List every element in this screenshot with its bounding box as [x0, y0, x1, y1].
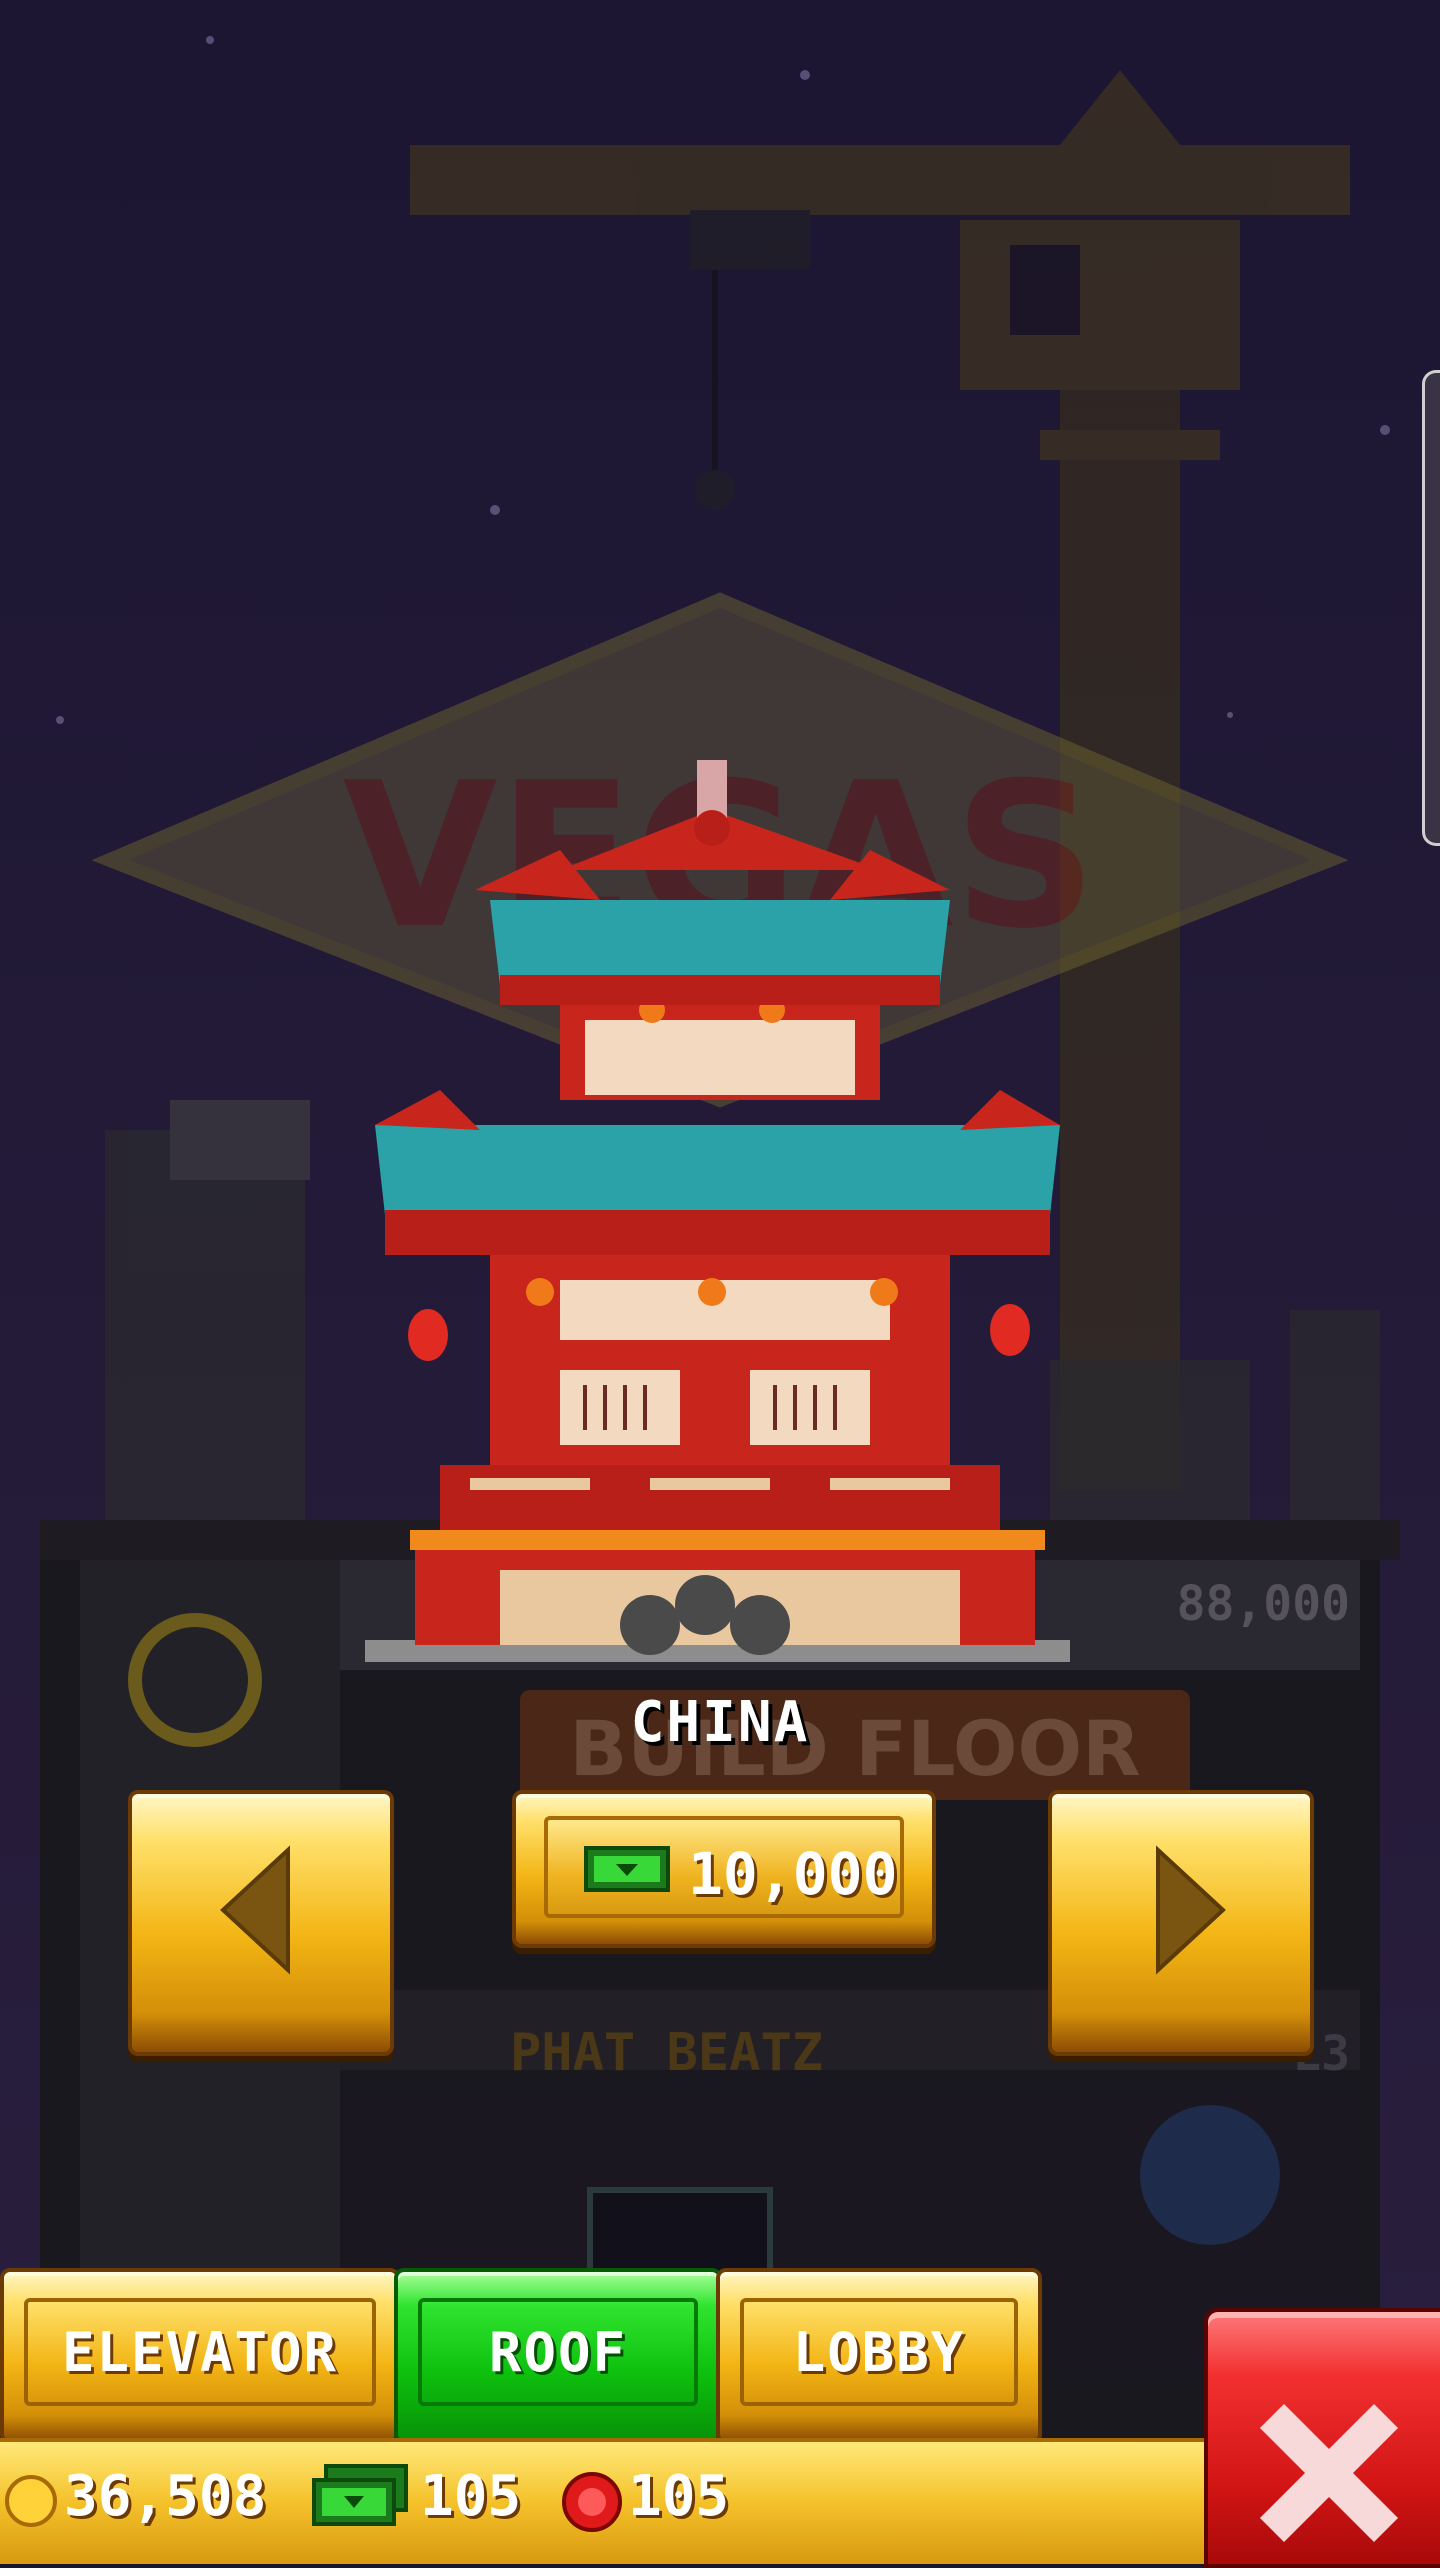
floor-cost-text: 88,000	[1177, 1576, 1350, 1632]
scroll-handle[interactable]	[1422, 370, 1440, 846]
buy-button-inner: 10,000	[544, 1816, 904, 1918]
close-x-icon	[1259, 2403, 1399, 2543]
next-floor-button[interactable]	[1048, 1790, 1314, 2056]
left-arrow-icon	[220, 1845, 290, 1975]
chips-value: 105	[628, 2464, 730, 2529]
tab-roof[interactable]: ROOF	[394, 2268, 722, 2444]
close-button[interactable]	[1204, 2308, 1440, 2568]
bux-value: 105	[420, 2464, 522, 2529]
tab-elevator[interactable]: ELEVATOR	[0, 2268, 400, 2444]
tab-lobby[interactable]: LOBBY	[716, 2268, 1042, 2444]
floor-name: CHINA	[630, 1690, 810, 1755]
chip-icon	[562, 2472, 622, 2532]
price-label: 10,000	[688, 1840, 898, 1908]
floor-name-text: PHAT BEATZ	[510, 2023, 823, 2083]
tab-elevator-label: ELEVATOR	[61, 2320, 339, 2384]
previous-floor-button[interactable]	[128, 1790, 394, 2056]
tab-roof-label: ROOF	[488, 2320, 628, 2384]
coin-icon	[5, 2475, 57, 2527]
right-arrow-icon	[1156, 1845, 1226, 1975]
buy-floor-button[interactable]: 10,000	[512, 1790, 936, 1948]
bux-icon	[312, 2464, 408, 2526]
bux-icon	[584, 1846, 670, 1892]
tab-lobby-label: LOBBY	[792, 2320, 966, 2384]
tower-scene: VEGAS 88,000 BUILD FLOOR PHAT BEATZ L3	[0, 0, 1440, 2560]
coins-value: 36,508	[64, 2464, 267, 2529]
currency-bar: 36,508 105 105	[0, 2438, 1210, 2564]
